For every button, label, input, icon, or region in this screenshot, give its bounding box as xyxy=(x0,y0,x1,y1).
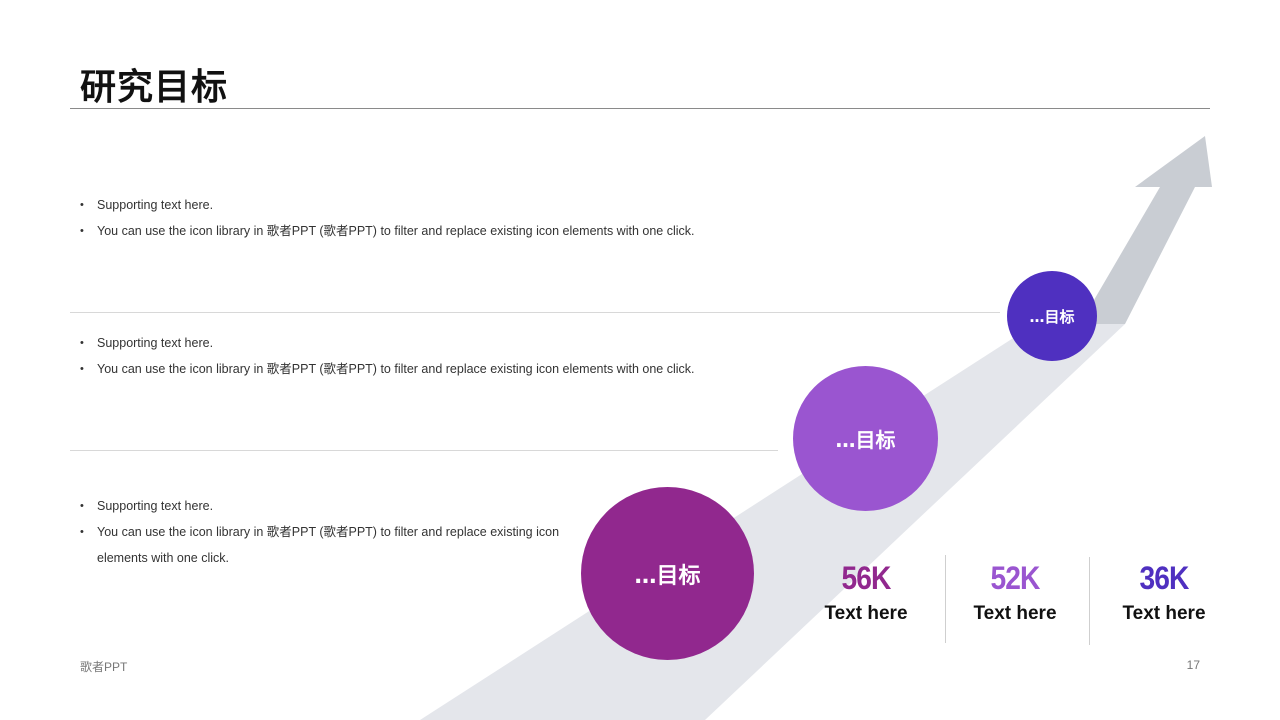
page-number: 17 xyxy=(1186,658,1200,672)
stat-3: 36K Text here xyxy=(1094,560,1234,625)
bullet-item: Supporting text here. xyxy=(80,330,780,356)
bullet-list-1: Supporting text here. You can use the ic… xyxy=(80,192,800,244)
stat-value: 56K xyxy=(841,560,891,596)
goal-circle-medium: …目标 xyxy=(793,366,938,511)
bullet-list-3: Supporting text here. You can use the ic… xyxy=(80,493,575,571)
stat-separator xyxy=(1089,557,1090,645)
title-divider xyxy=(70,108,1210,109)
stat-2: 52K Text here xyxy=(945,560,1085,625)
footer-brand: 歌者PPT xyxy=(80,660,128,674)
section-divider-1 xyxy=(70,312,1000,313)
goal-circle-label: …目标 xyxy=(634,563,701,589)
stat-label: Text here xyxy=(824,603,908,624)
goal-circle-large: …目标 xyxy=(581,487,754,660)
bullet-list-2: Supporting text here. You can use the ic… xyxy=(80,330,780,382)
stat-label: Text here xyxy=(1122,603,1206,624)
bullet-item: You can use the icon library in 歌者PPT (歌… xyxy=(80,218,800,244)
stat-value: 52K xyxy=(990,560,1040,596)
bullet-item: You can use the icon library in 歌者PPT (歌… xyxy=(80,356,780,382)
bullet-item: You can use the icon library in 歌者PPT (歌… xyxy=(80,519,575,571)
page-title: 研究目标 xyxy=(80,67,229,108)
stat-1: 56K Text here xyxy=(796,560,936,625)
goal-circle-small: …目标 xyxy=(1007,271,1097,361)
stat-label: Text here xyxy=(973,603,1057,624)
stat-value: 36K xyxy=(1139,560,1189,596)
goal-circle-label: …目标 xyxy=(835,428,896,452)
bullet-item: Supporting text here. xyxy=(80,192,800,218)
bullet-item: Supporting text here. xyxy=(80,493,575,519)
arrow-head xyxy=(1080,136,1212,324)
section-divider-2 xyxy=(70,450,778,451)
goal-circle-label: …目标 xyxy=(1029,307,1075,326)
